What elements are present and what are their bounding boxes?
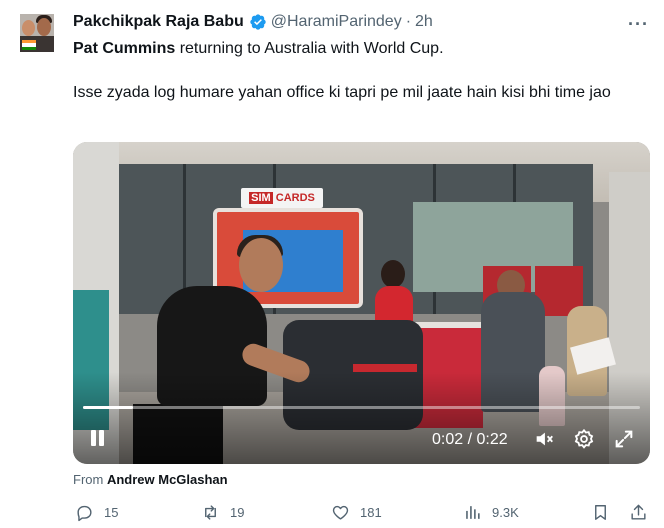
view-count: 9.3K xyxy=(492,505,519,520)
sign-word: CARDS xyxy=(275,192,315,204)
avatar-face-left xyxy=(22,20,35,36)
sign-brand: SIM xyxy=(249,192,273,204)
heart-icon xyxy=(332,505,349,520)
author-avatar[interactable] xyxy=(20,14,54,52)
tweet-timestamp[interactable]: 2h xyxy=(415,13,433,31)
bookmark-icon xyxy=(595,505,606,520)
source-prefix: From xyxy=(73,472,107,487)
repost-icon xyxy=(205,505,216,520)
source-name[interactable]: Andrew McGlashan xyxy=(107,472,228,487)
reply-button[interactable]: 15 xyxy=(75,503,118,522)
video-scene-person-head xyxy=(239,238,283,292)
video-time-display: 0:02 / 0:22 xyxy=(432,431,508,448)
video-scene-person-head xyxy=(381,260,405,288)
repost-count: 19 xyxy=(230,505,245,520)
tweet-text-line1: Pat Cummins returning to Australia with … xyxy=(73,38,643,60)
avatar-face-right xyxy=(37,18,51,36)
tweet-text-bold: Pat Cummins xyxy=(73,40,176,57)
more-horizontal-icon[interactable]: ··· xyxy=(628,14,649,35)
like-button[interactable]: 181 xyxy=(331,503,382,522)
video-player[interactable]: SIM CARDS 0:02 / 0:22 xyxy=(73,142,650,464)
pause-icon[interactable] xyxy=(87,427,107,449)
bookmark-button[interactable] xyxy=(591,503,610,522)
author-handle[interactable]: @HaramiParindey xyxy=(271,13,402,31)
views-bar-chart-icon xyxy=(466,506,480,519)
reply-icon xyxy=(77,505,92,522)
tweet-text-line1-rest: returning to Australia with World Cup. xyxy=(175,40,444,57)
tweet-header: Pakchikpak Raja Babu @HaramiParindey · 2… xyxy=(73,13,433,31)
verified-badge-icon xyxy=(250,14,266,30)
share-icon xyxy=(631,504,646,520)
settings-gear-icon[interactable] xyxy=(573,428,595,450)
separator-dot: · xyxy=(405,13,412,30)
video-controls-shade xyxy=(73,372,650,464)
fullscreen-icon[interactable] xyxy=(613,428,635,450)
india-flag-icon xyxy=(22,40,36,50)
share-button[interactable] xyxy=(629,503,648,522)
repost-button[interactable]: 19 xyxy=(201,503,244,522)
video-progress-bar[interactable] xyxy=(83,406,640,409)
video-progress-fill xyxy=(83,406,134,409)
video-scene-sign: SIM CARDS xyxy=(241,188,323,208)
tweet-text-para2: Isse zyada log humare yahan office ki ta… xyxy=(73,84,611,101)
video-scene-luggage-strap xyxy=(353,364,417,372)
like-count: 181 xyxy=(360,505,382,520)
views-button[interactable]: 9.3K xyxy=(463,503,519,522)
mute-icon[interactable] xyxy=(533,428,555,450)
reply-count: 15 xyxy=(104,505,119,520)
tweet-action-bar: 15 19 181 9.3K xyxy=(73,503,650,525)
tweet-text: Pat Cummins returning to Australia with … xyxy=(73,38,643,104)
video-source-attribution: From Andrew McGlashan xyxy=(73,472,228,487)
author-name[interactable]: Pakchikpak Raja Babu xyxy=(73,13,244,31)
